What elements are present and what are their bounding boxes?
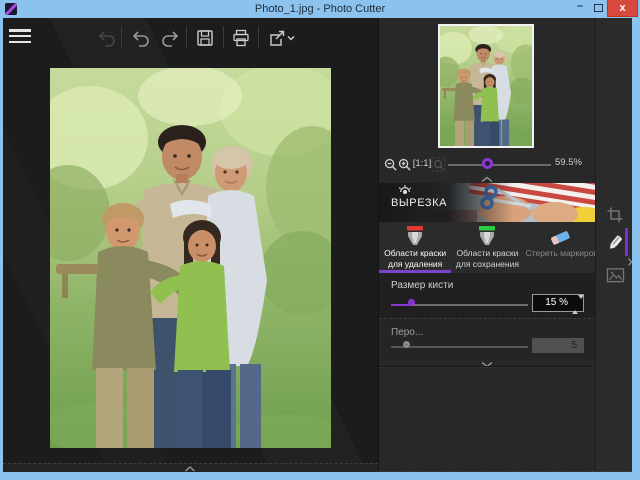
- feather-slider: [391, 341, 528, 348]
- feather-value-box: 5: [532, 338, 584, 353]
- maximize-icon: [593, 4, 603, 12]
- toolbar-separator: [186, 26, 187, 48]
- zoom-controls: [1:1] 59.5%: [379, 155, 596, 175]
- toolbar-separator: [223, 26, 224, 48]
- save-icon: [197, 30, 213, 46]
- actual-size-button[interactable]: [1:1]: [412, 156, 432, 172]
- side-panel: [1:1] 59.5% ВЫРЕЗКА Области краски для у…: [378, 18, 606, 472]
- active-tool-indicator: [625, 228, 628, 256]
- zoom-slider[interactable]: [448, 164, 551, 166]
- tab-label: Стереть маркировку: [525, 248, 606, 258]
- eraser-icon: [550, 231, 570, 245]
- zoom-fit-button[interactable]: [431, 156, 446, 172]
- close-button[interactable]: x: [607, 0, 638, 17]
- toolbar-separator: [258, 26, 259, 48]
- window-title: Photo_1.jpg - Photo Cutter: [254, 3, 386, 15]
- cutout-header-label: ВЫРЕЗКА: [391, 196, 448, 209]
- pen-tool-icon: [609, 235, 622, 250]
- zoom-out-button[interactable]: [383, 156, 398, 172]
- hamburger-menu-icon[interactable]: [9, 29, 31, 44]
- feather-section: Перо... 5: [379, 318, 596, 360]
- brush-size-label: Размер кисти: [391, 280, 454, 291]
- chevron-right-icon: [628, 258, 633, 266]
- cutout-tabs: Области краски для удаления Области крас…: [379, 222, 606, 273]
- titlebar: Photo_1.jpg - Photo Cutter – x: [0, 0, 640, 18]
- feather-label: Перо...: [391, 327, 424, 338]
- zoom-level-value: 59.5%: [555, 157, 582, 168]
- print-button[interactable]: [229, 26, 253, 50]
- print-icon: [233, 29, 249, 47]
- tab-label: Области краски для сохранения: [455, 248, 519, 270]
- navigator-thumbnail[interactable]: [438, 24, 534, 148]
- image-adjust-icon: [606, 267, 624, 282]
- toolbar: [3, 18, 378, 56]
- crop-tool-button[interactable]: [604, 204, 626, 226]
- tab-erase-marking[interactable]: Стереть маркировку: [524, 222, 606, 273]
- photo-canvas-image[interactable]: [50, 68, 331, 448]
- crop-icon: [607, 207, 623, 223]
- maximize-button[interactable]: [590, 0, 606, 17]
- minimize-button[interactable]: –: [572, 0, 588, 17]
- zoom-out-icon: [384, 158, 397, 171]
- cutout-section-header[interactable]: ВЫРЕЗКА: [379, 183, 596, 222]
- zoom-fit-icon: [431, 156, 446, 172]
- green-marker-icon: [479, 226, 496, 245]
- zoom-in-button[interactable]: [397, 156, 412, 172]
- redo-button[interactable]: [158, 26, 182, 50]
- feather-slider-handle: [403, 341, 410, 348]
- tool-strip: [595, 18, 632, 472]
- chevron-up-icon[interactable]: [480, 176, 494, 183]
- save-button[interactable]: [193, 26, 217, 50]
- zoom-slider-handle[interactable]: [482, 158, 493, 169]
- chevron-down-icon: [287, 36, 295, 41]
- editor-area: [3, 18, 378, 472]
- brush-size-slider[interactable]: [391, 299, 528, 306]
- tab-paint-areas-to-keep[interactable]: Области краски для сохранения: [451, 222, 523, 273]
- brush-size-section: Размер кисти 15 %: [379, 273, 596, 318]
- red-marker-icon: [407, 226, 424, 245]
- navigator-thumbnail-image: [440, 26, 532, 146]
- brush-size-spinbox[interactable]: 15 %: [532, 294, 584, 314]
- image-adjust-button[interactable]: [604, 264, 626, 286]
- spinner-arrows-icon[interactable]: [572, 295, 584, 314]
- tab-paint-areas-to-remove[interactable]: Области краски для удаления: [379, 222, 452, 273]
- undo-icon: [132, 31, 149, 47]
- zoom-in-icon: [398, 158, 411, 171]
- undo-disabled-icon: [98, 31, 115, 47]
- panel-expand-handle[interactable]: [625, 255, 635, 269]
- panel-divider: [379, 366, 596, 368]
- photo-canvas[interactable]: [3, 56, 378, 463]
- brush-size-value: 15 %: [545, 297, 568, 308]
- share-button[interactable]: [264, 26, 298, 50]
- preview-eye-icon[interactable]: [397, 183, 413, 197]
- canvas-footer-bar: [3, 463, 378, 472]
- redo-icon: [162, 31, 179, 47]
- undo-all-button[interactable]: [95, 26, 119, 50]
- chevron-up-icon[interactable]: [184, 466, 196, 472]
- share-icon: [270, 30, 285, 46]
- undo-button[interactable]: [129, 26, 153, 50]
- tab-label: Области краски для удаления: [384, 248, 447, 270]
- toolbar-separator: [121, 26, 122, 48]
- pen-tool-button[interactable]: [604, 232, 626, 254]
- app-window: Photo_1.jpg - Photo Cutter – x [1:1] 59.…: [0, 0, 640, 480]
- brush-size-slider-handle[interactable]: [408, 299, 415, 306]
